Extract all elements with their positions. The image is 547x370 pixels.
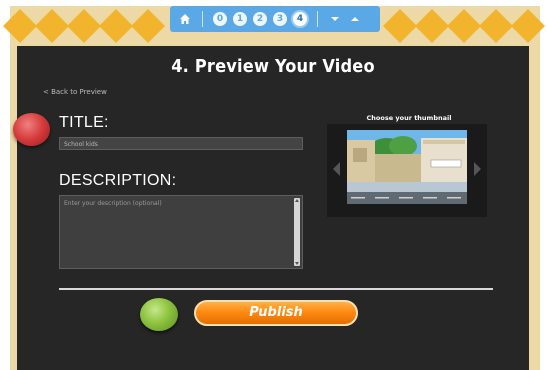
section-divider <box>59 288 493 290</box>
step-navigation-bar: 0 1 2 3 4 <box>170 6 380 32</box>
thumbnail-image[interactable] <box>347 130 467 204</box>
scroll-down-icon[interactable] <box>295 262 299 265</box>
back-to-preview-link[interactable]: < Back to Preview <box>43 88 107 96</box>
step-2-button[interactable]: 2 <box>253 12 267 26</box>
scroll-up-icon[interactable] <box>295 199 299 202</box>
step-3-button[interactable]: 3 <box>273 12 287 26</box>
thumbnail-prev-icon[interactable] <box>333 162 340 176</box>
description-placeholder: Enter your description (optional) <box>64 200 162 207</box>
thumbnail-selector <box>327 124 487 217</box>
description-label: DESCRIPTION: <box>59 172 177 189</box>
nav-divider <box>317 11 318 27</box>
description-scrollbar[interactable] <box>294 198 300 266</box>
green-marker <box>140 298 178 331</box>
publish-button[interactable]: Publish <box>194 300 358 326</box>
red-marker <box>13 113 50 146</box>
step-0-button[interactable]: 0 <box>213 12 227 26</box>
home-icon[interactable] <box>178 12 192 26</box>
page-title: 4. Preview Your Video <box>171 56 375 77</box>
description-textarea[interactable]: Enter your description (optional) <box>59 195 303 269</box>
nav-divider <box>202 11 203 27</box>
step-4-button[interactable]: 4 <box>293 12 307 26</box>
chevron-down-icon[interactable] <box>328 12 342 26</box>
title-input[interactable]: School kids <box>59 137 303 150</box>
chevron-up-icon[interactable] <box>348 12 362 26</box>
thumbnail-next-icon[interactable] <box>474 162 481 176</box>
step-1-button[interactable]: 1 <box>233 12 247 26</box>
publish-panel: 4. Preview Your Video < Back to Preview … <box>17 46 529 370</box>
thumbnail-label: Choose your thumbnail <box>366 114 452 122</box>
title-label: TITLE: <box>59 114 109 131</box>
